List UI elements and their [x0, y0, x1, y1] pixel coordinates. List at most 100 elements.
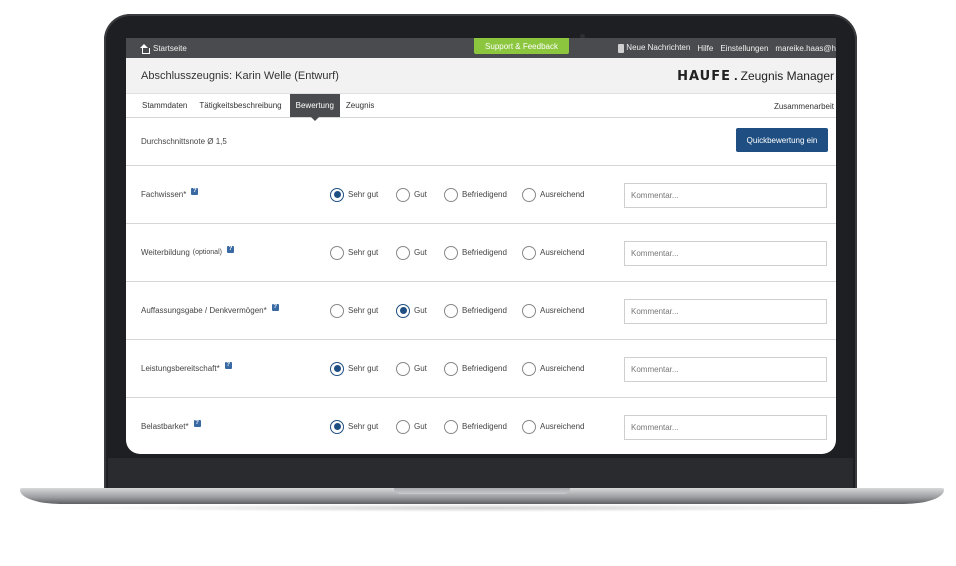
rating-option-gut[interactable]: Gut	[396, 187, 444, 202]
rating-option-label: Sehr gut	[348, 364, 379, 373]
rating-option-sehr-gut[interactable]: Sehr gut	[330, 245, 396, 260]
rating-option-gut[interactable]: Gut	[396, 245, 444, 260]
radio-button[interactable]	[396, 245, 410, 260]
criterion-row: Belastbarket*? Sehr gut Gut Befriedigend Aus…	[126, 398, 836, 454]
rating-option-label: Sehr gut	[348, 190, 379, 199]
settings-link[interactable]: Einstellungen	[720, 44, 768, 53]
radio-button[interactable]	[444, 303, 458, 318]
home-link[interactable]: Startseite	[140, 43, 187, 54]
laptop-base-notch	[394, 488, 570, 494]
quick-rating-button[interactable]: Quickbewertung ein	[736, 128, 828, 152]
help-icon[interactable]: ?	[193, 420, 201, 427]
help-icon[interactable]: ?	[226, 246, 234, 253]
help-icon[interactable]: ?	[224, 362, 232, 369]
radio-button[interactable]	[330, 303, 344, 318]
radio-button[interactable]	[522, 303, 536, 318]
rating-option-ausreichend[interactable]: Ausreichend	[522, 419, 592, 434]
tab-stammdaten[interactable]: Stammdaten	[140, 94, 193, 117]
brand-dot: .	[733, 68, 738, 83]
user-menu[interactable]: mareike.haas@h	[775, 44, 836, 53]
rating-option-gut[interactable]: Gut	[396, 303, 444, 318]
rating-option-ausreichend[interactable]: Ausreichend	[522, 361, 592, 376]
comment-input[interactable]: Kommentar...	[624, 357, 827, 382]
rating-option-ausreichend[interactable]: Ausreichend	[522, 303, 592, 318]
criterion-row: Leistungsbereitschaft*? Sehr gut Gut Befrie…	[126, 340, 836, 398]
criterion-row: Fachwissen*? Sehr gut Gut Befriedigend Ausre…	[126, 166, 836, 224]
rating-option-sehr-gut[interactable]: Sehr gut	[330, 419, 396, 434]
criterion-row: Weiterbildung (optional)? Sehr gut Gut Befri…	[126, 224, 836, 282]
tab-bewertung[interactable]: Bewertung	[289, 94, 340, 121]
radio-button[interactable]	[444, 245, 458, 260]
tab-zusammenarbeit[interactable]: Zusammenarbeit	[774, 94, 834, 118]
rating-options: Sehr gut Gut Befriedigend Ausreichend	[330, 282, 592, 339]
criterion-label-text: Weiterbildung	[141, 248, 190, 257]
tab-bar: Stammdaten Tätigkeitsbeschreibung Bewert…	[126, 94, 836, 121]
rating-option-sehr-gut[interactable]: Sehr gut	[330, 187, 396, 202]
rating-option-label: Ausreichend	[540, 190, 585, 199]
rating-options: Sehr gut Gut Befriedigend Ausreichend	[330, 166, 592, 223]
rating-option-label: Sehr gut	[348, 306, 379, 315]
rating-option-befriedigend[interactable]: Befriedigend	[444, 187, 522, 202]
help-icon[interactable]: ?	[191, 188, 199, 195]
rating-option-ausreichend[interactable]: Ausreichend	[522, 245, 592, 260]
comment-input[interactable]: Kommentar...	[624, 241, 827, 266]
comment-input[interactable]: Kommentar...	[624, 299, 827, 324]
radio-button[interactable]	[330, 361, 344, 376]
app-screen: Startseite Support & Feedback Neue Nachr…	[126, 38, 836, 454]
help-link[interactable]: Hilfe	[697, 44, 713, 53]
rating-option-gut[interactable]: Gut	[396, 361, 444, 376]
radio-button[interactable]	[522, 187, 536, 202]
rating-option-befriedigend[interactable]: Befriedigend	[444, 361, 522, 376]
rating-option-sehr-gut[interactable]: Sehr gut	[330, 303, 396, 318]
radio-button[interactable]	[330, 419, 344, 434]
radio-button[interactable]	[444, 361, 458, 376]
brand-app-name: Zeugnis Manager	[740, 69, 834, 83]
rating-option-label: Ausreichend	[540, 306, 585, 315]
radio-button[interactable]	[444, 187, 458, 202]
brand-name: HAUFE	[677, 69, 731, 84]
rating-options: Sehr gut Gut Befriedigend Ausreichend	[330, 340, 592, 397]
top-right-menu: Neue Nachrichten Hilfe Einstellungen mar…	[618, 38, 836, 58]
rating-option-label: Gut	[414, 248, 427, 257]
rating-option-sehr-gut[interactable]: Sehr gut	[330, 361, 396, 376]
rating-option-label: Sehr gut	[348, 422, 379, 431]
tab-zeugnis[interactable]: Zeugnis	[340, 94, 380, 117]
criteria-list: Fachwissen*? Sehr gut Gut Befriedigend Ausre…	[126, 166, 836, 454]
average-grade-row: Durchschnittsnote Ø 1,5 Quickbewertung e…	[126, 118, 836, 166]
radio-button[interactable]	[522, 245, 536, 260]
radio-button[interactable]	[330, 187, 344, 202]
laptop-bezel-bottom	[108, 458, 853, 490]
radio-button[interactable]	[522, 419, 536, 434]
rating-option-ausreichend[interactable]: Ausreichend	[522, 187, 592, 202]
criterion-label: Leistungsbereitschaft*?	[141, 340, 232, 397]
rating-option-label: Gut	[414, 306, 427, 315]
comment-input[interactable]: Kommentar...	[624, 415, 827, 440]
radio-button[interactable]	[396, 419, 410, 434]
rating-option-label: Befriedigend	[462, 248, 507, 257]
rating-option-gut[interactable]: Gut	[396, 419, 444, 434]
radio-button[interactable]	[396, 303, 410, 318]
radio-button[interactable]	[396, 187, 410, 202]
rating-option-label: Gut	[414, 190, 427, 199]
radio-button[interactable]	[522, 361, 536, 376]
rating-option-label: Ausreichend	[540, 248, 585, 257]
rating-option-befriedigend[interactable]: Befriedigend	[444, 419, 522, 434]
rating-option-befriedigend[interactable]: Befriedigend	[444, 303, 522, 318]
help-icon[interactable]: ?	[271, 304, 279, 311]
tab-taetigkeitsbeschreibung[interactable]: Tätigkeitsbeschreibung	[193, 94, 287, 117]
comment-input[interactable]: Kommentar...	[624, 183, 827, 208]
criterion-label: Belastbarket*?	[141, 398, 201, 454]
criterion-label-text: Leistungsbereitschaft*	[141, 364, 220, 373]
radio-button[interactable]	[444, 419, 458, 434]
support-feedback-button[interactable]: Support & Feedback	[474, 38, 569, 54]
radio-button[interactable]	[396, 361, 410, 376]
criterion-label: Fachwissen*?	[141, 166, 199, 223]
laptop-shadow	[60, 504, 904, 512]
radio-button[interactable]	[330, 245, 344, 260]
rating-option-label: Sehr gut	[348, 248, 379, 257]
criterion-label-text: Auffassungsgabe / Denkvermögen*	[141, 306, 267, 315]
messages-link[interactable]: Neue Nachrichten	[618, 43, 690, 53]
rating-option-befriedigend[interactable]: Befriedigend	[444, 245, 522, 260]
top-bar: Startseite Support & Feedback Neue Nachr…	[126, 38, 836, 58]
criterion-label: Auffassungsgabe / Denkvermögen*?	[141, 282, 279, 339]
